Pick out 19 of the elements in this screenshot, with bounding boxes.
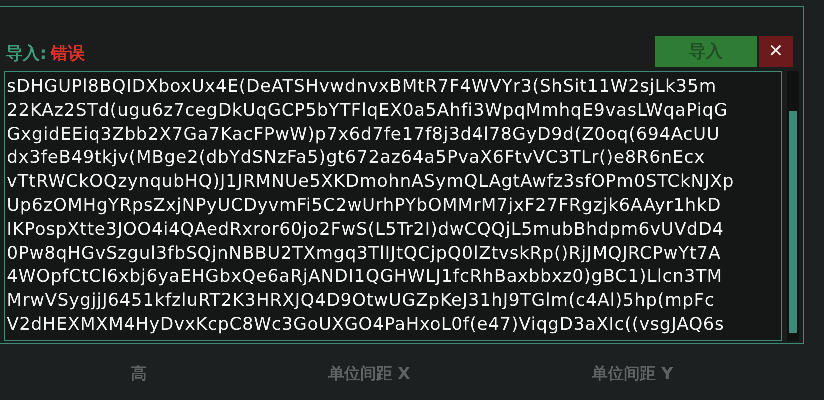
error-status: 错误 xyxy=(50,43,85,65)
scrollbar[interactable] xyxy=(787,71,799,341)
text-line: dx3feB49tkjv(MBge2(dbYdSNzFa5)gt672az64a5PvaX6FtvVC3TLr()e8R6nEcx xyxy=(7,147,706,170)
field-label: 高 xyxy=(130,364,147,385)
import-text-area[interactable] xyxy=(4,71,782,341)
text-line: MrwVSygjjJ6451kfzluRT2K3HRXJQ4D9OtwUGZpKeJ31hJ9TGlm(c4Al)5hp(mpFc xyxy=(7,290,716,314)
field-label: 单位间距 X xyxy=(328,364,410,385)
text-line: 4WOpfCtCl6xbj6yaEHGbxQe6aRjANDI1QGHWLJ1fcRhBaxbbxz0)gBC1)Llcn3TM xyxy=(7,266,724,290)
text-line: sDHGUPl8BQIDXboxUx4E(DeATSHvwdnvxBMtR7F4WVYr3(ShSit11W2sjLk35m xyxy=(7,76,718,99)
text-line: Up6zOMHgYRpsZxjNPyUCDyvmFi5C2wUrhPYbOMMrM7jxF27FRgzjk6AAyr1hkD xyxy=(7,194,722,218)
text-line: 22KAz2STd(ugu6z7cegDkUqGCP5bYTFlqEX0a5Ahfi3WpqMmhqE9vasLWqaPiqG xyxy=(7,100,730,123)
text-line: GxgidEEiq3Zbb2X7Ga7KacFPwW)p7x6d7fe17f8j3d4l78GyD9d(Z0oq(694AcUU xyxy=(7,124,722,147)
field-label: 单位间距 Y xyxy=(592,364,674,385)
text-line: vTtRWCkOQzynqubHQ)J1JRMNUe5XKDmohnASymQLAgtAwfz3sfOPm0STCkNJXp xyxy=(7,171,736,194)
text-line: 0Pw8qHGvSzgul3fbSQjnNBBU2TXmgq3TlIJtQCjpQ0lZtvskRp()RjJMQJRCPwYt7A xyxy=(7,242,722,266)
text-line: V2dHEXMXM4HyDvxKcpC8Wc3GoUXGO4PaHxoL0f(e47)ViqgD3aXIc((vsgJAQ6s xyxy=(7,314,726,337)
text-line: IKPospXtte3JOO4i4QAedRxror60jo2FwS(L5Tr2I)dwCQQjL5mubBhdpm6vUVdD4 xyxy=(7,218,726,242)
import-label: 导入: xyxy=(6,43,47,65)
close-button[interactable]: ✕ xyxy=(759,36,793,67)
